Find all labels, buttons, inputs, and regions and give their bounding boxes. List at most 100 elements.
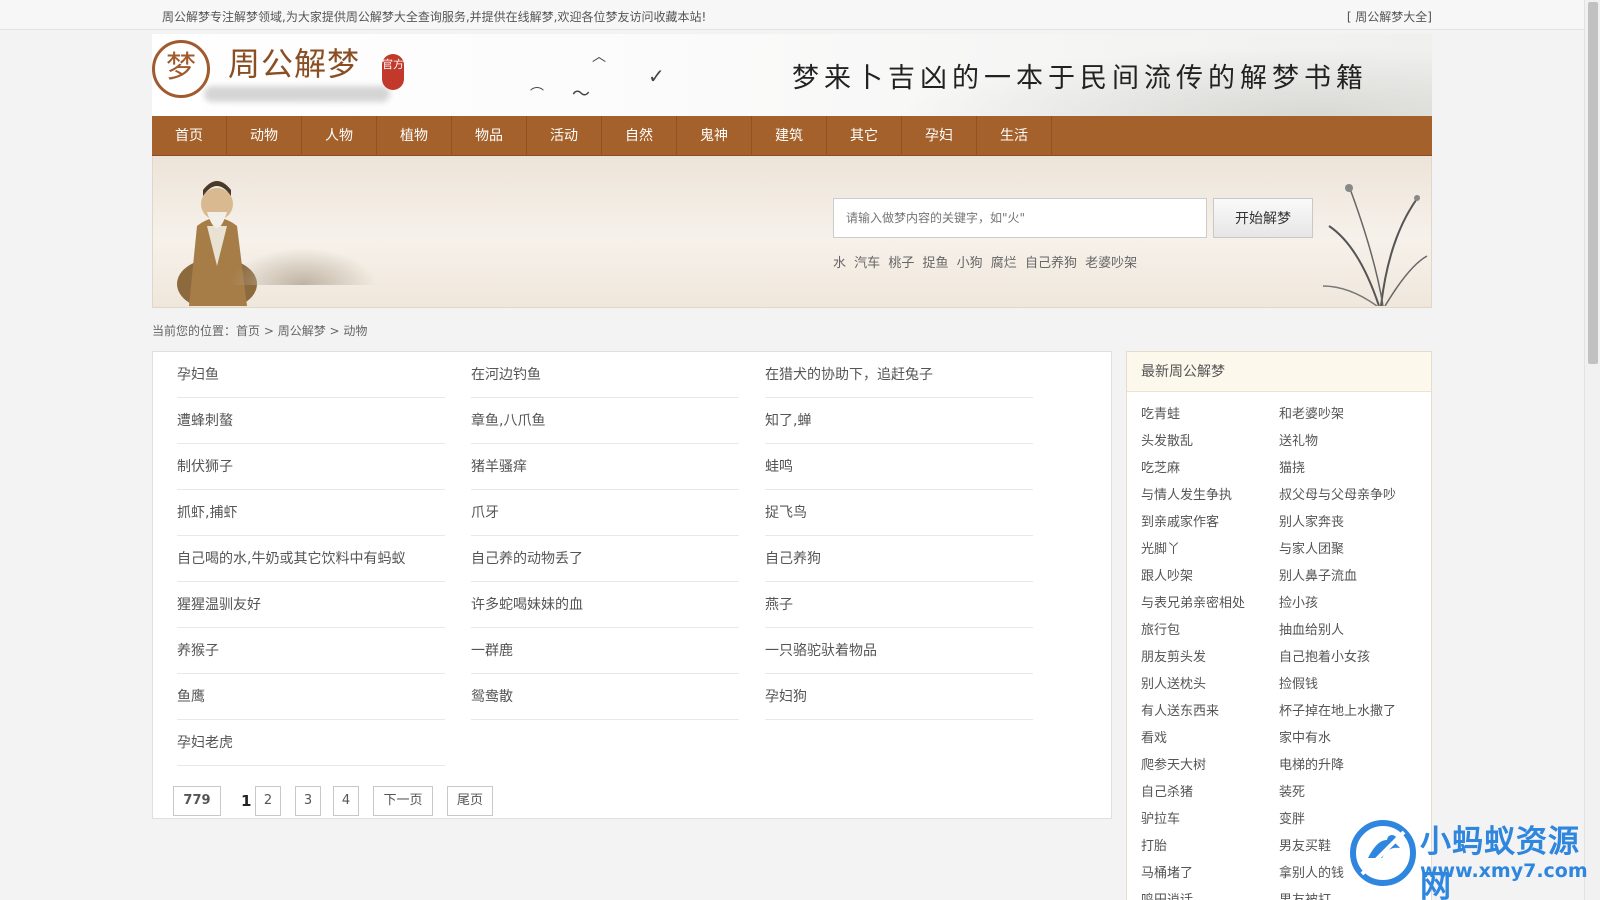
dream-link[interactable]: 孕妇狗 xyxy=(765,674,1033,720)
dream-link[interactable]: 爪牙 xyxy=(471,490,739,536)
nav-item-plants[interactable]: 植物 xyxy=(377,116,452,156)
sidebar-dream-link[interactable]: 旅行包 xyxy=(1141,619,1180,638)
dream-link[interactable]: 捉飞鸟 xyxy=(765,490,1033,536)
sidebar-dream-link[interactable]: 家中有水 xyxy=(1279,727,1331,746)
dream-link[interactable]: 遭蜂刺螯 xyxy=(177,398,445,444)
next-page-button[interactable]: 下一页 xyxy=(373,786,433,816)
breadcrumb-home[interactable]: 首页 xyxy=(236,324,260,338)
nav-item-people[interactable]: 人物 xyxy=(302,116,377,156)
sidebar-dream-link[interactable]: 朋友剪头发 xyxy=(1141,646,1206,665)
sidebar-dream-link[interactable]: 吃芝麻 xyxy=(1141,457,1180,476)
dream-link[interactable]: 鸳鸯散 xyxy=(471,674,739,720)
sidebar-dream-link[interactable]: 叔父母与父母亲争吵 xyxy=(1279,484,1396,503)
dream-link[interactable]: 蛙鸣 xyxy=(765,444,1033,490)
sidebar-dream-link[interactable]: 头发散乱 xyxy=(1141,430,1193,449)
hot-keyword[interactable]: 汽车 xyxy=(854,256,880,271)
nav-item-ghosts[interactable]: 鬼神 xyxy=(677,116,752,156)
sidebar-dream-link[interactable]: 装死 xyxy=(1279,781,1305,800)
page-link[interactable]: 4 xyxy=(333,786,359,816)
hot-keyword[interactable]: 小狗 xyxy=(957,256,983,271)
sidebar-dream-link[interactable]: 自己抱着小女孩 xyxy=(1279,646,1370,665)
hot-keyword[interactable]: 捉鱼 xyxy=(922,256,948,271)
sidebar-dream-link[interactable]: 捡假钱 xyxy=(1279,673,1318,692)
dream-link[interactable]: 自己养的动物丢了 xyxy=(471,536,739,582)
dream-link[interactable]: 一只骆驼驮着物品 xyxy=(765,628,1033,674)
dream-link[interactable]: 抓虾,捕虾 xyxy=(177,490,445,536)
dream-search-input[interactable] xyxy=(833,198,1207,238)
sidebar-dream-link[interactable]: 马桶堵了 xyxy=(1141,862,1193,881)
sidebar-dream-link[interactable]: 自己杀猪 xyxy=(1141,781,1193,800)
site-logo-title[interactable]: 周公解梦 xyxy=(228,39,360,85)
hot-keyword[interactable]: 腐烂 xyxy=(991,256,1017,271)
sidebar-dream-link[interactable]: 爬参天大树 xyxy=(1141,754,1206,773)
breadcrumb-zhougong[interactable]: 周公解梦 xyxy=(278,324,326,338)
sidebar-dream-link[interactable]: 男友被打 xyxy=(1279,889,1331,900)
dream-link[interactable]: 养猴子 xyxy=(177,628,445,674)
last-page-button[interactable]: 尾页 xyxy=(447,786,493,816)
logo-seal-icon[interactable]: 梦 xyxy=(152,40,210,98)
sidebar-dream-link[interactable]: 别人家奔丧 xyxy=(1279,511,1344,530)
nav-item-buildings[interactable]: 建筑 xyxy=(752,116,827,156)
sidebar-dream-link[interactable]: 打胎 xyxy=(1141,835,1167,854)
dream-link[interactable]: 猩猩温驯友好 xyxy=(177,582,445,628)
dream-link[interactable]: 在河边钓鱼 xyxy=(471,352,739,398)
hot-keyword[interactable]: 老婆吵架 xyxy=(1085,256,1137,271)
sidebar-dream-link[interactable]: 男友买鞋 xyxy=(1279,835,1331,854)
sidebar-dream-link[interactable]: 驴拉车 xyxy=(1141,808,1180,827)
nav-item-objects[interactable]: 物品 xyxy=(452,116,527,156)
nav-item-pregnant[interactable]: 孕妇 xyxy=(902,116,977,156)
sidebar-dream-link[interactable]: 送礼物 xyxy=(1279,430,1318,449)
hot-keyword[interactable]: 自己养狗 xyxy=(1025,256,1077,271)
page-scrollbar[interactable] xyxy=(1584,0,1600,900)
nav-item-nature[interactable]: 自然 xyxy=(602,116,677,156)
dream-link[interactable]: 制伏狮子 xyxy=(177,444,445,490)
sidebar-dream-link[interactable]: 电梯的升降 xyxy=(1279,754,1344,773)
nav-item-other[interactable]: 其它 xyxy=(827,116,902,156)
sidebar-dream-link[interactable]: 别人鼻子流血 xyxy=(1279,565,1357,584)
bookmark-link[interactable]: [ 周公解梦大全] xyxy=(1347,8,1432,25)
nav-item-life[interactable]: 生活 xyxy=(977,116,1052,156)
dream-link[interactable]: 鱼鹰 xyxy=(177,674,445,720)
sidebar-dream-link[interactable]: 杯子掉在地上水撒了 xyxy=(1279,700,1396,719)
sidebar-dream-link[interactable]: 别人送枕头 xyxy=(1141,673,1206,692)
sidebar-dream-link[interactable]: 变胖 xyxy=(1279,808,1305,827)
dream-link[interactable]: 孕妇鱼 xyxy=(177,352,445,398)
search-banner: 开始解梦 水 汽车 桃子 捉鱼 小狗 腐烂 自己养狗 老婆吵架 xyxy=(152,156,1432,308)
hot-keyword[interactable]: 桃子 xyxy=(888,256,914,271)
nav-item-home[interactable]: 首页 xyxy=(152,116,227,156)
sidebar-dream-link[interactable]: 跟人吵架 xyxy=(1141,565,1193,584)
sidebar-dream-link[interactable]: 和老婆吵架 xyxy=(1279,403,1344,422)
nav-item-activities[interactable]: 活动 xyxy=(527,116,602,156)
sidebar-dream-link[interactable]: 看戏 xyxy=(1141,727,1167,746)
scrollbar-thumb[interactable] xyxy=(1588,2,1598,364)
page-link[interactable]: 3 xyxy=(295,786,321,816)
dream-link[interactable]: 一群鹿 xyxy=(471,628,739,674)
nav-item-animals[interactable]: 动物 xyxy=(227,116,302,156)
sidebar-dream-link[interactable]: 捡小孩 xyxy=(1279,592,1318,611)
dream-link[interactable]: 猪羊骚痒 xyxy=(471,444,739,490)
dream-link[interactable]: 自己养狗 xyxy=(765,536,1033,582)
sidebar-dream-link[interactable]: 光脚丫 xyxy=(1141,538,1180,557)
dream-link[interactable]: 孕妇老虎 xyxy=(177,720,445,766)
sidebar-dream-link[interactable]: 与家人团聚 xyxy=(1279,538,1344,557)
sidebar-dream-link[interactable]: 到亲戚家作客 xyxy=(1141,511,1219,530)
dream-link[interactable]: 章鱼,八爪鱼 xyxy=(471,398,739,444)
sidebar-title: 最新周公解梦 xyxy=(1127,352,1431,392)
page-link[interactable]: 2 xyxy=(255,786,281,816)
sidebar-dream-link[interactable]: 猫挠 xyxy=(1279,457,1305,476)
breadcrumb-separator: > xyxy=(260,324,278,338)
hot-keyword[interactable]: 水 xyxy=(833,256,846,271)
sidebar-dream-link[interactable]: 与表兄弟亲密相处 xyxy=(1141,592,1245,611)
sidebar-dream-link[interactable]: 有人送东西来 xyxy=(1141,700,1219,719)
sidebar-dream-link[interactable]: 鸣田逍话 xyxy=(1141,889,1193,900)
dream-link[interactable]: 许多蛇喝妹妹的血 xyxy=(471,582,739,628)
dream-link[interactable]: 燕子 xyxy=(765,582,1033,628)
sidebar-dream-link[interactable]: 抽血给别人 xyxy=(1279,619,1344,638)
dream-link[interactable]: 自己喝的水,牛奶或其它饮料中有蚂蚁 xyxy=(177,536,445,582)
dream-link[interactable]: 知了,蝉 xyxy=(765,398,1033,444)
sidebar-dream-link[interactable]: 拿别人的钱 xyxy=(1279,862,1344,881)
search-button[interactable]: 开始解梦 xyxy=(1213,198,1313,238)
sidebar-dream-link[interactable]: 吃青蛙 xyxy=(1141,403,1180,422)
dream-link[interactable]: 在猎犬的协助下，追赶兔子 xyxy=(765,352,1033,398)
sidebar-dream-link[interactable]: 与情人发生争执 xyxy=(1141,484,1232,503)
